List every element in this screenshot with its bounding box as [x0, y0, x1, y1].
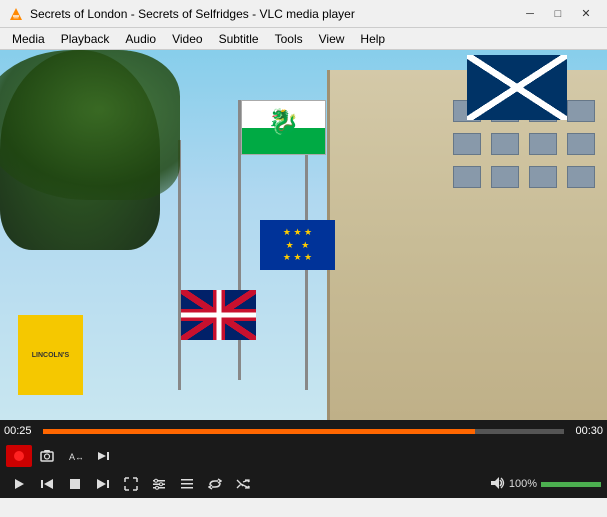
current-time: 00:25 [4, 425, 39, 437]
flag-pole-3 [178, 140, 181, 390]
volume-control: 100% [489, 475, 601, 494]
menu-video[interactable]: Video [164, 28, 210, 49]
play-icon [12, 477, 26, 491]
flag-union-jack [181, 290, 256, 340]
video-canvas: 🐉 ★ ★ ★★ ★★ ★ ★ LINCOLN'S [0, 50, 607, 420]
window-title: Secrets of London - Secrets of Selfridge… [30, 7, 517, 21]
menu-media[interactable]: Media [4, 28, 53, 49]
maximize-button[interactable]: □ [545, 4, 571, 24]
union-h-white [181, 313, 256, 318]
speaker-icon [489, 475, 505, 491]
loop-ab-icon: A↔B [68, 449, 82, 463]
snapshot-button[interactable] [34, 445, 60, 467]
playlist-button[interactable] [174, 473, 200, 495]
prev-button[interactable] [34, 473, 60, 495]
next-button[interactable] [90, 473, 116, 495]
progress-fill [43, 429, 475, 434]
extended-settings-icon [152, 477, 166, 491]
window-controls: ─ □ ✕ [517, 4, 599, 24]
menu-help[interactable]: Help [352, 28, 393, 49]
flag-scotland [467, 55, 567, 120]
loop-ab-button[interactable]: A↔B [62, 445, 88, 467]
flag-eu: ★ ★ ★★ ★★ ★ ★ [260, 220, 335, 270]
flag-scotland-diag2 [467, 55, 567, 120]
dragon-symbol: 🐉 [267, 109, 299, 135]
menu-bar: Media Playback Audio Video Subtitle Tool… [0, 28, 607, 50]
app-icon [8, 6, 24, 22]
record-button[interactable] [6, 445, 32, 467]
extended-settings-button[interactable] [146, 473, 172, 495]
flag-pole-2 [305, 150, 308, 390]
fullscreen-icon [124, 477, 138, 491]
building-windows [453, 100, 597, 290]
snapshot-icon [40, 449, 54, 463]
window-6 [491, 133, 519, 155]
title-bar: Secrets of London - Secrets of Selfridge… [0, 0, 607, 28]
window-4 [567, 100, 595, 122]
window-8 [567, 133, 595, 155]
yellow-banner: LINCOLN'S [18, 315, 83, 395]
menu-subtitle[interactable]: Subtitle [211, 28, 267, 49]
window-7 [529, 133, 557, 155]
video-display[interactable]: 🐉 ★ ★ ★★ ★★ ★ ★ LINCOLN'S [0, 50, 607, 420]
minimize-button[interactable]: ─ [517, 4, 543, 24]
prev-icon [40, 477, 54, 491]
menu-playback[interactable]: Playback [53, 28, 118, 49]
window-11 [529, 166, 557, 188]
menu-view[interactable]: View [311, 28, 353, 49]
playlist-icon [180, 477, 194, 491]
frame-next-icon [96, 449, 110, 463]
svg-text:A↔B: A↔B [69, 452, 82, 462]
seek-bar[interactable] [43, 429, 564, 434]
controls-row2: 100% [0, 470, 607, 498]
eu-stars: ★ ★ ★★ ★★ ★ ★ [283, 226, 312, 264]
window-9 [453, 166, 481, 188]
menu-audio[interactable]: Audio [117, 28, 164, 49]
record-icon [12, 449, 26, 463]
total-time: 00:30 [568, 425, 603, 437]
stop-icon [68, 477, 82, 491]
flag-wales: 🐉 [241, 100, 326, 155]
volume-percentage: 100% [509, 478, 537, 490]
window-12 [567, 166, 595, 188]
building [327, 70, 607, 420]
volume-fill [541, 482, 601, 487]
next-icon [96, 477, 110, 491]
random-icon [236, 477, 250, 491]
menu-tools[interactable]: Tools [267, 28, 311, 49]
random-button[interactable] [230, 473, 256, 495]
loop-icon [208, 477, 222, 491]
volume-slider[interactable] [541, 482, 601, 487]
play-button[interactable] [6, 473, 32, 495]
tree-branches [0, 50, 180, 200]
window-5 [453, 133, 481, 155]
fullscreen-button[interactable] [118, 473, 144, 495]
frame-next-button[interactable] [90, 445, 116, 467]
progress-area: 00:25 00:30 [0, 420, 607, 442]
window-10 [491, 166, 519, 188]
loop-button[interactable] [202, 473, 228, 495]
close-button[interactable]: ✕ [573, 4, 599, 24]
volume-icon [489, 475, 505, 494]
controls-row1: A↔B [0, 442, 607, 470]
stop-button[interactable] [62, 473, 88, 495]
